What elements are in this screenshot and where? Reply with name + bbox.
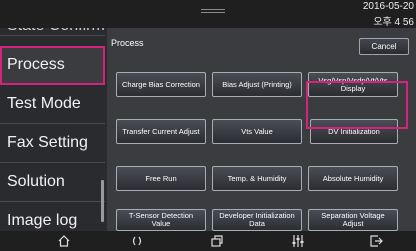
- navigation-bar: [0, 231, 416, 251]
- recent-apps-icon[interactable]: [209, 233, 225, 249]
- settings-sliders-icon[interactable]: [290, 233, 306, 249]
- vts-value-button[interactable]: Vts Value: [212, 119, 302, 144]
- free-run-button[interactable]: Free Run: [116, 166, 206, 191]
- sidebar-item-image-log[interactable]: Image log: [0, 202, 105, 231]
- exit-icon[interactable]: [368, 233, 384, 249]
- status-date: 2016-05-20: [362, 1, 414, 12]
- temp-humidity-button[interactable]: Temp. & Humidity: [212, 166, 302, 191]
- bias-adjust-printing-button[interactable]: Bias Adjust (Printing): [212, 72, 302, 97]
- charge-bias-correction-button[interactable]: Charge Bias Correction: [116, 72, 206, 97]
- sidebar-item-solution[interactable]: Solution: [0, 163, 105, 202]
- sidebar-menu: State Confirm Process Test Mode Fax Sett…: [0, 28, 107, 231]
- t-sensor-detection-value-button[interactable]: T-Sensor Detection Value: [116, 209, 206, 231]
- drag-handle[interactable]: [201, 9, 225, 13]
- separation-voltage-adjust-button[interactable]: Separation Voltage Adjust: [308, 209, 398, 231]
- developer-initialization-data-button[interactable]: Developer Initialization Data: [212, 209, 302, 231]
- back-icon[interactable]: [129, 233, 145, 249]
- status-bar: 2016-05-20 오후 4 56: [0, 0, 416, 28]
- cancel-button[interactable]: Cancel: [359, 38, 409, 55]
- transfer-current-adjust-button[interactable]: Transfer Current Adjust: [116, 119, 206, 144]
- panel-title: Process: [111, 38, 144, 48]
- absolute-humidity-button[interactable]: Absolute Humidity: [308, 166, 398, 191]
- sidebar-item-state-confirm[interactable]: State Confirm: [0, 28, 105, 36]
- sidebar-item-test-mode[interactable]: Test Mode: [0, 85, 105, 124]
- status-time: 오후 4 56: [373, 17, 414, 28]
- highlight-frame: [306, 81, 408, 129]
- sidebar-item-process[interactable]: Process: [0, 46, 105, 85]
- sidebar-scrollbar[interactable]: [101, 180, 104, 222]
- home-icon[interactable]: [56, 233, 72, 249]
- process-panel: Process Cancel Charge Bias Correction Bi…: [107, 28, 416, 231]
- sidebar-item-fax-setting[interactable]: Fax Setting: [0, 124, 105, 163]
